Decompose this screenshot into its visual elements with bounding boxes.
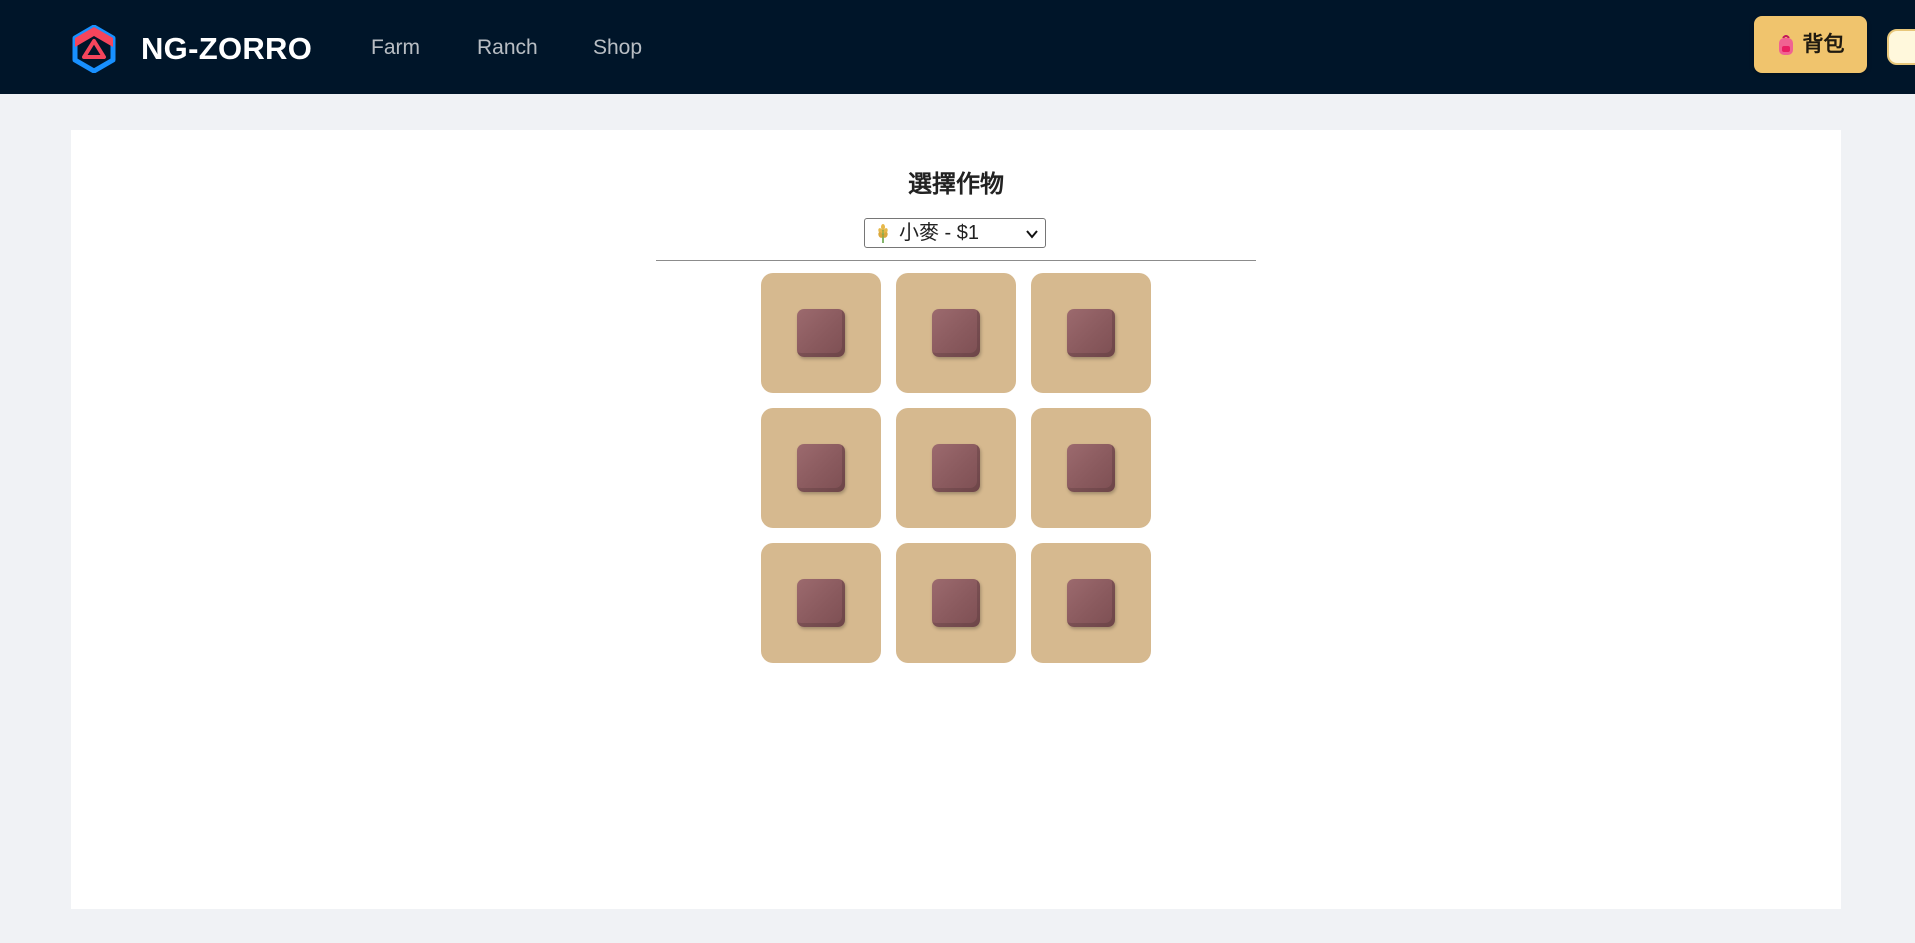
farm-plot-grid	[761, 273, 1151, 663]
brand-title[interactable]: NG-ZORRO	[141, 29, 312, 69]
farm-plot[interactable]	[896, 273, 1016, 393]
nav-farm[interactable]: Farm	[371, 34, 420, 62]
soil-icon	[797, 444, 845, 492]
farm-plot[interactable]	[896, 543, 1016, 663]
farm-plot[interactable]	[761, 408, 881, 528]
farm-plot[interactable]	[1031, 408, 1151, 528]
crop-select-value: 小麥 - $1	[899, 222, 980, 244]
soil-icon	[932, 309, 980, 357]
farm-plot[interactable]	[761, 543, 881, 663]
farm-panel: 選擇作物 小麥 - $1	[71, 130, 1841, 909]
chevron-down-icon	[1026, 230, 1038, 239]
soil-icon	[1067, 309, 1115, 357]
backpack-icon	[1778, 34, 1793, 55]
soil-icon	[932, 444, 980, 492]
soil-icon	[1067, 579, 1115, 627]
backpack-label: 背包	[1802, 32, 1845, 56]
top-header: NG-ZORRO Farm Ranch Shop 背包	[0, 0, 1915, 94]
backpack-button[interactable]: 背包	[1754, 16, 1867, 73]
wheat-icon	[878, 224, 888, 243]
side-toggle[interactable]	[1887, 29, 1915, 65]
nav-shop[interactable]: Shop	[593, 34, 642, 62]
farm-plot[interactable]	[896, 408, 1016, 528]
farm-plot[interactable]	[761, 273, 881, 393]
soil-icon	[797, 579, 845, 627]
soil-icon	[797, 309, 845, 357]
farm-plot[interactable]	[1031, 543, 1151, 663]
soil-icon	[932, 579, 980, 627]
divider	[656, 260, 1256, 261]
soil-icon	[1067, 444, 1115, 492]
farm-plot[interactable]	[1031, 273, 1151, 393]
crop-select[interactable]: 小麥 - $1	[864, 218, 1046, 248]
ng-zorro-logo-icon[interactable]	[72, 25, 116, 73]
nav-ranch[interactable]: Ranch	[477, 34, 538, 62]
select-crop-title: 選擇作物	[908, 171, 1004, 198]
